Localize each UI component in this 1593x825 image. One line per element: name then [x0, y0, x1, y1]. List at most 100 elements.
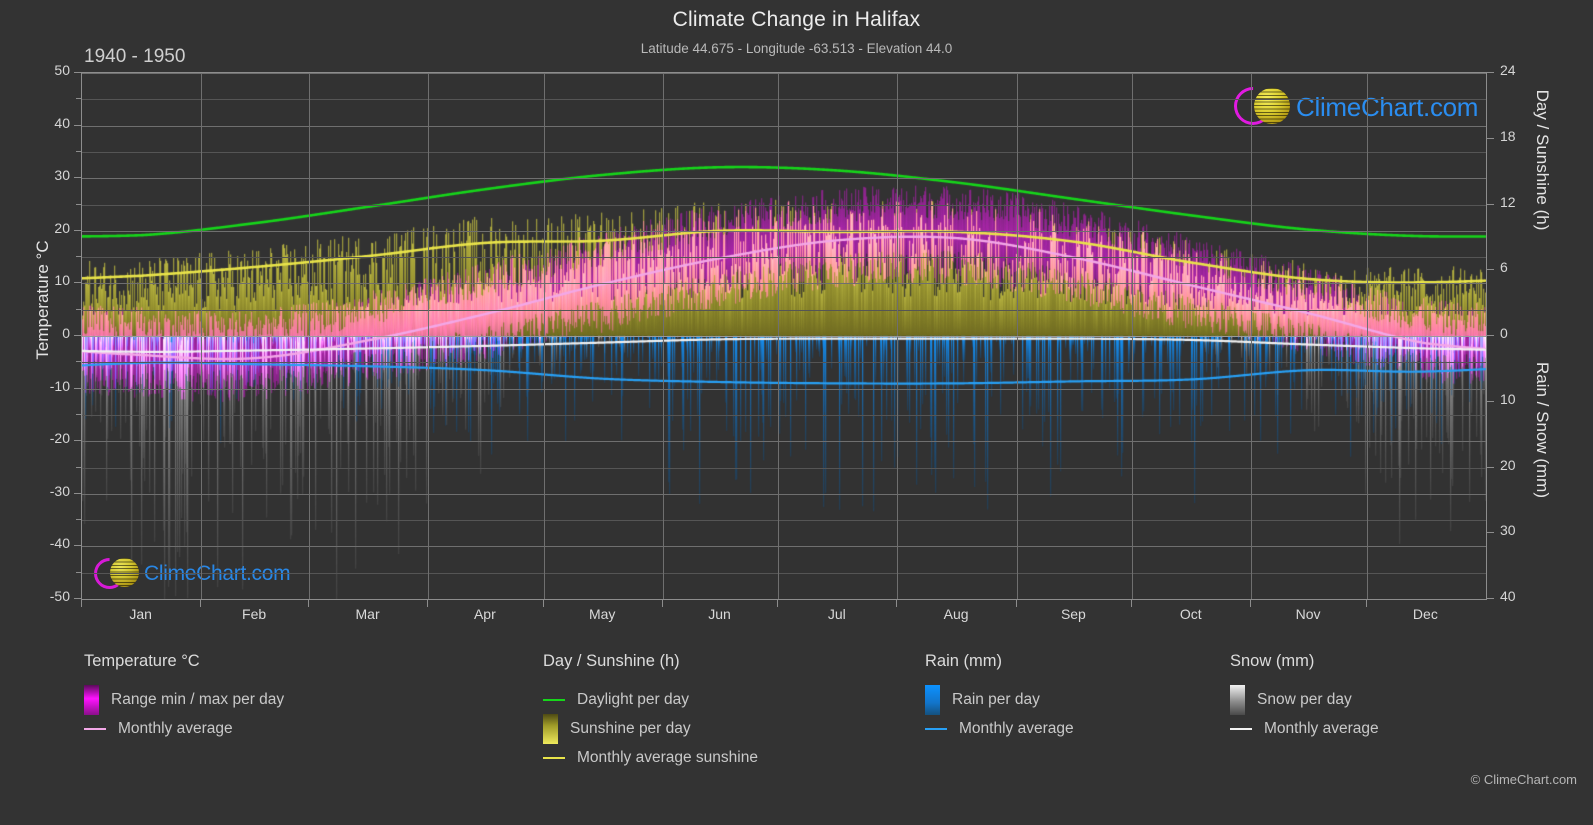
tick-mark: [74, 598, 81, 599]
rain-swatch: [925, 684, 940, 715]
right-axis-tick-precip: 40: [1500, 588, 1516, 604]
copyright-text: © ClimeChart.com: [1470, 772, 1577, 787]
tick-mark-minor: [76, 361, 81, 362]
x-axis-tick: Sep: [1060, 606, 1086, 622]
legend-day-sunshine: Day / Sunshine (h) Daylight per day Suns…: [543, 652, 758, 772]
legend-item[interactable]: Monthly average: [1230, 714, 1379, 743]
legend-item-label: Range min / max per day: [111, 690, 285, 708]
tick-mark: [1250, 600, 1251, 607]
legend-item[interactable]: Sunshine per day: [543, 713, 758, 744]
climechart-logo-icon: [87, 551, 144, 596]
right-axis-title-bottom: Rain / Snow (mm): [1533, 361, 1552, 499]
legend-item-label: Daylight per day: [577, 690, 690, 708]
tick-mark: [1366, 600, 1367, 607]
page-subtitle: Latitude 44.675 - Longitude -63.513 - El…: [640, 41, 953, 56]
legend-item[interactable]: Range min / max per day: [84, 684, 285, 715]
left-axis-tick: -40: [49, 535, 70, 552]
legend-item-label: Monthly average sunshine: [577, 748, 758, 766]
legend-item-label: Snow per day: [1257, 690, 1352, 708]
tick-mark: [74, 177, 81, 178]
tick-mark: [543, 600, 544, 607]
legend-item[interactable]: Monthly average: [925, 714, 1074, 743]
tick-mark: [1487, 598, 1494, 599]
watermark-text: ClimeChart.com: [1296, 91, 1479, 122]
tick-mark: [896, 600, 897, 607]
tick-mark-minor: [76, 467, 81, 468]
tick-mark: [74, 493, 81, 494]
tick-mark: [74, 72, 81, 73]
legend-item[interactable]: Daylight per day: [543, 685, 758, 714]
line-swatch: [543, 756, 565, 759]
left-axis-tick: -50: [49, 588, 70, 604]
tick-mark: [1487, 269, 1494, 270]
tick-mark: [308, 600, 309, 607]
right-axis-tick-precip: 20: [1500, 456, 1516, 473]
x-axis-tick: May: [588, 606, 616, 622]
line-swatch: [925, 727, 947, 730]
tick-mark-minor: [76, 98, 81, 99]
legend-item[interactable]: Snow per day: [1230, 684, 1379, 715]
x-axis-tick: Dec: [1412, 606, 1438, 622]
period-label: 1940 - 1950: [84, 46, 186, 67]
tick-mark-minor: [76, 519, 81, 520]
x-axis-tick: Jun: [708, 606, 731, 622]
tick-mark: [74, 230, 81, 231]
page-title: Climate Change in Halifax: [672, 8, 921, 31]
line-swatch: [84, 727, 106, 730]
legend-item[interactable]: Monthly average sunshine: [543, 743, 758, 772]
x-axis-tick: Jan: [129, 606, 152, 622]
legend-item-label: Monthly average: [118, 719, 233, 737]
legend-snow: Snow (mm) Snow per day Monthly average: [1230, 652, 1379, 743]
legend-rain: Rain (mm) Rain per day Monthly average: [925, 652, 1074, 743]
x-axis-tick: Apr: [473, 606, 496, 622]
sunshine-swatch: [543, 713, 558, 744]
tick-mark: [81, 600, 82, 607]
legend-item[interactable]: Rain per day: [925, 684, 1074, 715]
tick-mark: [1487, 401, 1494, 402]
tick-mark-minor: [76, 572, 81, 573]
right-axis-tick-day: 6: [1500, 259, 1508, 276]
chart-plot-area[interactable]: ClimeChart.com ClimeChart.com: [81, 72, 1487, 600]
line-swatch: [1230, 727, 1252, 730]
x-axis-tick: Feb: [242, 606, 267, 622]
climate-chart-page: Climate Change in Halifax Latitude 44.67…: [0, 0, 1593, 825]
legend-item[interactable]: Monthly average: [84, 714, 284, 743]
climechart-logo-icon: [1226, 79, 1296, 133]
tick-mark: [74, 388, 81, 389]
watermark-logo-top: ClimeChart.com: [1226, 79, 1479, 133]
tick-mark: [74, 335, 81, 336]
tick-mark: [1487, 204, 1494, 205]
x-axis-tick: Jul: [827, 606, 846, 622]
legend-temperature: Temperature °C Range min / max per day M…: [84, 652, 284, 743]
tick-mark-minor: [76, 151, 81, 152]
tick-mark: [74, 282, 81, 283]
tick-mark: [1487, 467, 1494, 468]
left-axis-title: Temperature °C: [33, 240, 52, 360]
tick-mark: [1487, 532, 1494, 533]
range-swatch: [84, 684, 99, 715]
x-axis-tick: Oct: [1179, 606, 1202, 622]
tick-mark-minor: [76, 309, 81, 310]
tick-mark: [74, 125, 81, 126]
watermark-logo-bottom: ClimeChart.com: [87, 551, 291, 596]
tick-mark: [1016, 600, 1017, 607]
watermark-text: ClimeChart.com: [144, 562, 291, 585]
x-axis-tick: Mar: [355, 606, 380, 622]
snow-swatch: [1230, 684, 1245, 715]
tick-mark: [1487, 72, 1494, 73]
tick-mark: [777, 600, 778, 607]
legend-heading: Temperature °C: [84, 652, 200, 670]
tick-mark: [74, 440, 81, 441]
x-axis-tick: Nov: [1295, 606, 1321, 622]
legend-item-label: Rain per day: [952, 690, 1040, 708]
legend-item-label: Monthly average: [1264, 719, 1379, 737]
right-axis-tick-day: 12: [1500, 193, 1516, 210]
tick-mark: [1487, 138, 1494, 139]
tick-mark: [1131, 600, 1132, 607]
tick-mark: [74, 545, 81, 546]
legend-item-label: Monthly average: [959, 719, 1074, 737]
right-axis-tick-day: 0: [1500, 325, 1508, 341]
right-axis-tick-precip: 30: [1500, 522, 1516, 539]
tick-mark-minor: [76, 414, 81, 415]
legend-heading: Day / Sunshine (h): [543, 652, 680, 670]
